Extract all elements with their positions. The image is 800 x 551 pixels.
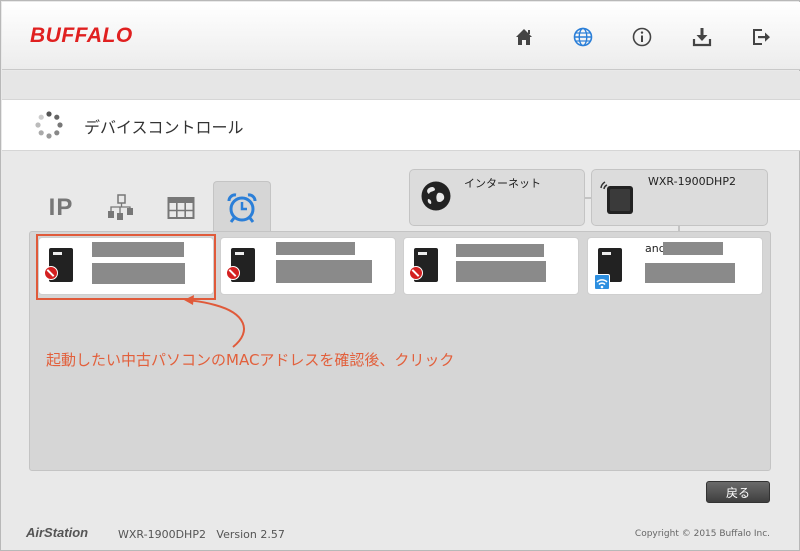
footer: AirStation WXR-1900DHP2 Version 2.57 Cop… [2,517,800,551]
device-card[interactable]: and [587,237,763,295]
spinner-icon [34,110,64,140]
header-bar: BUFFALO [2,2,800,70]
earth-icon [421,181,451,211]
device-name-redacted [663,242,723,255]
router-label: WXR-1900DHP2 [648,175,736,188]
download-icon[interactable] [691,26,713,48]
tab-network-map[interactable] [95,186,147,230]
footer-model-version: WXR-1900DHP2 Version 2.57 [118,528,285,541]
device-name-redacted [276,242,355,255]
ip-icon: IP [48,194,74,221]
page-title: デバイスコントロール [84,118,244,137]
device-mac-redacted [276,260,372,283]
network-map-icon [108,194,133,220]
tab-grid[interactable] [155,186,207,230]
grid-icon [167,197,195,219]
logout-icon[interactable] [750,26,772,48]
page-title-bar: デバイスコントロール [2,99,800,151]
internet-label: インターネット [464,177,541,190]
header-spacer [2,71,800,99]
device-mac-redacted [645,263,735,283]
home-icon[interactable] [513,26,535,48]
info-icon[interactable] [631,26,653,48]
app-window: BUFFALO デバイスコントロール インターネット WXR-1900DHP2 … [0,0,800,551]
tab-ip[interactable]: IP [35,186,87,230]
device-card[interactable] [403,237,579,295]
device-card[interactable] [220,237,396,295]
footer-brand: AirStation [26,525,89,540]
back-button[interactable]: 戻る [706,481,770,503]
router-node[interactable]: WXR-1900DHP2 [591,169,768,226]
brand-logo: BUFFALO [30,24,133,47]
device-name-redacted [456,244,544,257]
router-icon [600,181,633,214]
alarm-clock-icon [227,192,257,223]
tab-wake-on-lan[interactable] [213,181,271,233]
internet-node[interactable]: インターネット [409,169,585,226]
wifi-icon [594,274,610,290]
highlight-box [36,234,216,300]
blocked-icon [226,266,240,280]
blocked-icon [409,266,423,280]
globe-icon[interactable] [572,26,594,48]
footer-copyright: Copyright © 2015 Buffalo Inc. [634,529,770,539]
annotation-text: 起動したい中古パソコンのMACアドレスを確認後、クリック [46,351,455,369]
device-mac-redacted [456,261,546,282]
